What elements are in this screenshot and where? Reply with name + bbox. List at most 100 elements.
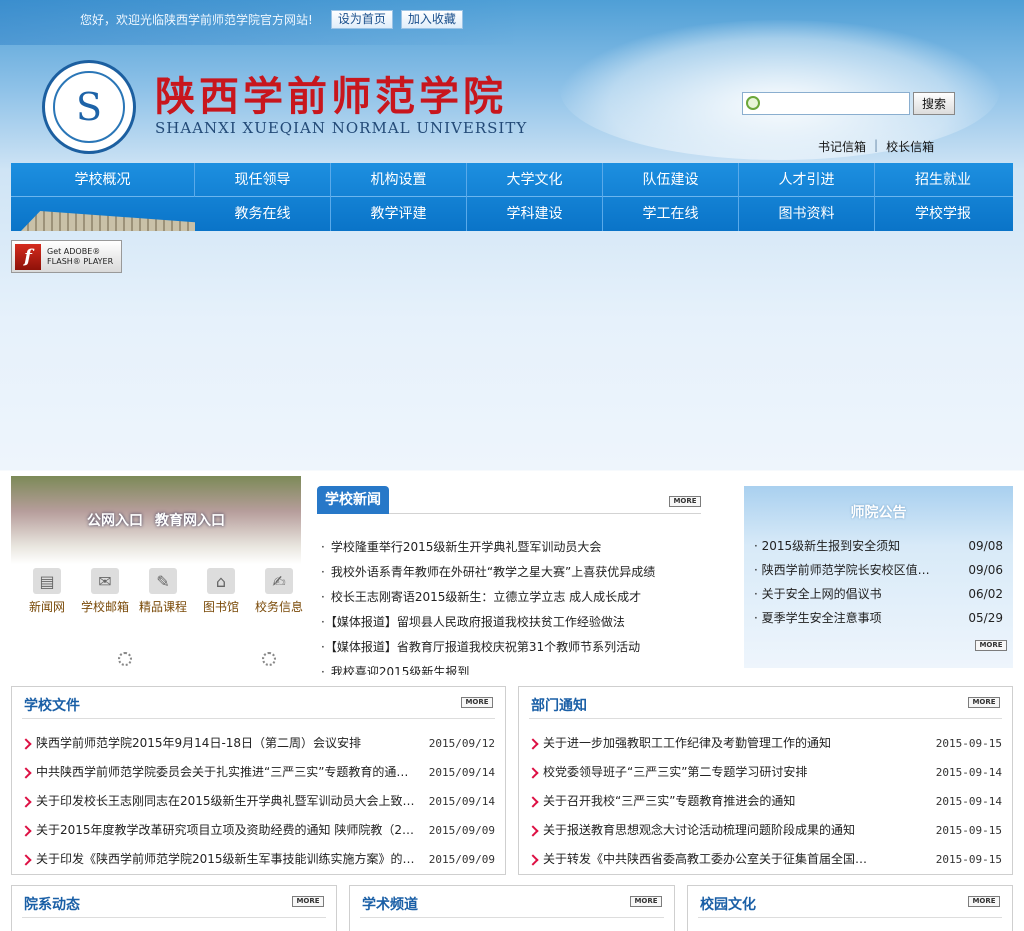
school-name-chinese: 陕西学前师范学院 [155,73,507,120]
item-title: 关于印发《陕西学前师范学院2015级新生军事技能训练实施方案》的通… [22,845,417,874]
announcement-panel: 师院公告 2015级新生报到安全须知 09/08 陕西学前师范学院长安校区值… 09… [744,486,1013,668]
list-item[interactable]: 【媒体报道】省教育厅报道我校庆祝第31个教师节系列活动 [317,635,701,660]
nav-item[interactable]: 学校概况 [11,163,195,197]
school-documents-title: 学校文件 [24,698,80,714]
academic-channel-more-button[interactable]: MORE [630,896,662,907]
get-flash-player-button[interactable]: f Get ADOBE® FLASH® PLAYER [11,240,122,273]
nav-item[interactable]: 招生就业 [875,163,1011,197]
quick-link-label: 学校邮箱 [80,600,129,614]
nav-item[interactable]: 教学评建 [331,197,467,231]
department-notices-panel: 部门通知 MORE 关于进一步加强教职工工作纪律及考勤管理工作的通知 2015-09… [518,686,1013,875]
flash-line-2: FLASH® PLAYER [47,256,114,266]
nav-item[interactable]: 现任领导 [195,163,331,197]
set-home-button[interactable]: 设为首页 [330,10,393,29]
nav-item[interactable]: 图书资料 [739,197,875,231]
school-news-tab[interactable]: 学校新闻 [317,486,389,514]
nav-item[interactable]: 机构设置 [331,163,467,197]
list-item[interactable]: 关于2015年度教学改革研究项目立项及资助经费的通知 陕师院教（201… 2015… [22,816,495,845]
list-item[interactable]: 【媒体报道】留坝县人民政府报道我校扶贫工作经验做法 [317,610,701,635]
search-input[interactable] [742,92,910,115]
school-documents-panel: 学校文件 MORE 陕西学前师范学院2015年9月14日-18日（第二周）会议安排… [11,686,506,875]
list-item[interactable]: 关于召开我校“三严三实”专题教育推进会的通知 2015-09-14 [529,787,1002,816]
nav-item[interactable]: 学科建设 [467,197,603,231]
quick-link-news[interactable]: ▤ 新闻网 [18,568,76,615]
department-notices-more-button[interactable]: MORE [968,697,1000,708]
list-item[interactable]: 关于安全上网的倡议书 06/02 [754,582,1003,606]
item-title: 中共陕西学前师范学院委员会关于扎实推进“三严三实”专题教育的通… [22,758,408,787]
quick-link-mail[interactable]: ✉ 学校邮箱 [76,568,134,615]
nav-item[interactable]: 大学文化 [467,163,603,197]
president-mailbox-link[interactable]: 校长信箱 [886,138,934,155]
announcement-text: 2015级新生报到安全须知 [754,534,901,558]
quick-link-label: 新闻网 [28,600,65,614]
loading-spinner-icon [118,652,132,666]
announcement-text: 夏季学生安全注意事项 [754,606,882,630]
public-network-entry[interactable]: 公网入口 [87,510,143,530]
search-icon [746,96,760,110]
nav-item[interactable]: 队伍建设 [603,163,739,197]
list-item[interactable]: 学校隆重举行2015级新生开学典礼暨军训动员大会 [317,535,701,560]
campus-culture-more-button[interactable]: MORE [968,896,1000,907]
school-documents-more-button[interactable]: MORE [461,697,493,708]
quick-link-courses[interactable]: ✎ 精品课程 [134,568,192,615]
welcome-text: 您好，欢迎光临陕西学前师范学院官方网站! [80,13,313,27]
announcement-title: 师院公告 [850,505,907,521]
announcement-date: 05/29 [968,611,1003,625]
item-date: 2015/09/14 [428,766,495,779]
list-item[interactable]: 我校喜迎2015级新生报到 [317,660,701,675]
item-date: 2015-09-15 [935,853,1002,866]
school-news-more-button[interactable]: MORE [669,496,701,507]
list-item[interactable]: 夏季学生安全注意事项 05/29 [754,606,1003,630]
list-item[interactable]: 关于报送教育思想观念大讨论活动梳理问题阶段成果的通知 2015-09-15 [529,816,1002,845]
quick-link-info[interactable]: ✍ 校务信息 [250,568,308,615]
nav-row-2: 教务在线 教学评建 学科建设 学工在线 图书资料 学校学报 [11,197,1013,231]
list-item[interactable]: 中共陕西学前师范学院委员会关于扎实推进“三严三实”专题教育的通… 2015/09/… [22,758,495,787]
item-title: 关于转发《中共陕西省委高教工委办公室关于征集首届全国… [529,845,867,874]
announcement-date: 09/08 [968,539,1003,553]
search-button[interactable]: 搜索 [913,92,955,115]
list-item[interactable]: 关于印发《陕西学前师范学院2015级新生军事技能训练实施方案》的通… 2015/0… [22,845,495,874]
item-title: 关于报送教育思想观念大讨论活动梳理问题阶段成果的通知 [529,816,855,845]
item-date: 2015-09-14 [935,766,1002,779]
list-item[interactable]: 陕西学前师范学院长安校区值… 09/06 [754,558,1003,582]
item-title: 关于印发校长王志刚同志在2015级新生开学典礼暨军训动员大会上致辞… [22,787,417,816]
item-title: 校党委领导班子“三严三实”第二专题学习研讨安排 [529,758,807,787]
main-nav: 学校概况 现任领导 机构设置 大学文化 队伍建设 人才引进 招生就业 教务在线 … [11,163,1013,231]
nav-building-graphic [11,197,195,231]
school-news-panel: 学校新闻 MORE 学校隆重举行2015级新生开学典礼暨军训动员大会 我校外语系… [317,486,701,675]
item-title: 关于2015年度教学改革研究项目立项及资助经费的通知 陕师院教（201… [22,816,417,845]
list-item[interactable]: 校党委领导班子“三严三实”第二专题学习研讨安排 2015-09-14 [529,758,1002,787]
item-date: 2015/09/09 [428,853,495,866]
logo-emblem-icon: S [53,71,125,143]
announcement-text: 陕西学前师范学院长安校区值… [754,558,930,582]
list-item[interactable]: 我校外语系青年教师在外研社“教学之星大赛”上喜获优异成绩 [317,560,701,585]
list-item[interactable]: 2015级新生报到安全须知 09/08 [754,534,1003,558]
school-logo[interactable]: S [42,60,136,154]
list-item[interactable]: 关于印发校长王志刚同志在2015级新生开学典礼暨军训动员大会上致辞… 2015/0… [22,787,495,816]
department-news-more-button[interactable]: MORE [292,896,324,907]
school-news-header: 学校新闻 MORE [317,486,701,514]
quick-link-library[interactable]: ⌂ 图书馆 [192,568,250,615]
course-icon: ✎ [149,568,177,594]
item-title: 关于召开我校“三严三实”专题教育推进会的通知 [529,787,795,816]
newspaper-icon: ▤ [33,568,61,594]
nav-item[interactable]: 人才引进 [739,163,875,197]
add-favorite-button[interactable]: 加入收藏 [400,10,463,29]
school-news-list: 学校隆重举行2015级新生开学典礼暨军训动员大会 我校外语系青年教师在外研社“教… [317,535,701,675]
nav-item[interactable]: 学工在线 [603,197,739,231]
list-item[interactable]: 关于转发《中共陕西省委高教工委办公室关于征集首届全国… 2015-09-15 [529,845,1002,874]
mailbox-separator: | [874,138,879,152]
announcement-more-button[interactable]: MORE [975,640,1007,651]
department-notices-list: 关于进一步加强教职工工作纪律及考勤管理工作的通知 2015-09-15 校党委领导… [519,719,1012,874]
department-news-panel: 院系动态 MORE [11,885,337,931]
nav-item[interactable]: 学校学报 [875,197,1011,231]
secretary-mailbox-link[interactable]: 书记信箱 [818,138,866,155]
search-area: 搜索 [742,92,955,115]
list-item[interactable]: 校长王志刚寄语2015级新生：立德立学立志 成人成长成才 [317,585,701,610]
item-date: 2015/09/12 [428,737,495,750]
nav-item[interactable]: 教务在线 [195,197,331,231]
edu-network-entry[interactable]: 教育网入口 [155,510,225,530]
list-item[interactable]: 关于进一步加强教职工工作纪律及考勤管理工作的通知 2015-09-15 [529,729,1002,758]
quick-link-label: 精品课程 [138,600,187,614]
list-item[interactable]: 陕西学前师范学院2015年9月14日-18日（第二周）会议安排 2015/09/1… [22,729,495,758]
